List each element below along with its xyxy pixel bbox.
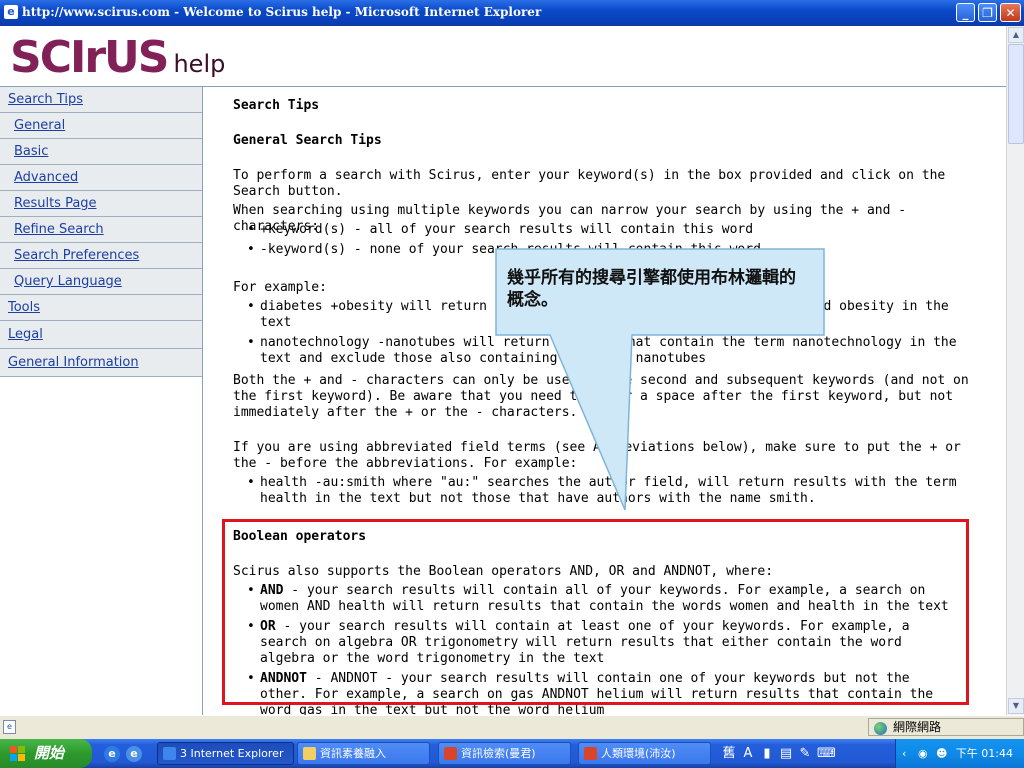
- callout-bubble: 幾乎所有的搜尋引擎都使用布林邏輯的概念。: [495, 248, 825, 511]
- tray-network-icon[interactable]: ◉: [918, 739, 928, 768]
- page-done-icon: e: [3, 720, 16, 734]
- ime-panel-icon[interactable]: ▮: [760, 744, 774, 764]
- scroll-up-icon[interactable]: ▲: [1008, 27, 1024, 43]
- ie-task-icon: [163, 747, 176, 760]
- tray-user-icon[interactable]: ☻: [936, 739, 947, 768]
- sidebar-item-search-tips[interactable]: Search Tips: [0, 87, 202, 113]
- powerpoint-icon: [444, 747, 457, 760]
- task-powerpoint-2[interactable]: 人類環境(沛汝): [578, 742, 711, 765]
- ie-page-icon: e: [4, 5, 18, 19]
- window-title-bar[interactable]: e http://www.scirus.com - Welcome to Sci…: [0, 0, 1024, 26]
- page-header: SCIrUS help: [0, 26, 1006, 87]
- logo-brand: SCIrUS: [10, 32, 169, 83]
- start-button[interactable]: 開始: [0, 739, 92, 768]
- sidebar-item-refine-search[interactable]: Refine Search: [0, 217, 202, 243]
- restore-button[interactable]: ❐: [978, 3, 997, 22]
- system-tray: ‹ ◉ ☻ 下午 01:44: [895, 739, 1024, 768]
- heading-general-search-tips: General Search Tips: [233, 133, 382, 148]
- start-label: 開始: [34, 744, 65, 762]
- task-label: 人類環境(沛汝): [601, 747, 676, 760]
- list-item: +keyword(s) - all of your search results…: [247, 222, 963, 238]
- sidebar-item-basic[interactable]: Basic: [0, 139, 202, 165]
- ime-keyboard-icon[interactable]: ⌨: [817, 744, 836, 764]
- logo-suffix: help: [173, 50, 226, 78]
- sidebar-item-tools[interactable]: Tools: [0, 295, 202, 321]
- windows-flag-icon: [10, 746, 26, 762]
- windows-taskbar: 開始 e e 3 Internet Explorer 資訊素養融入 資訊檢索(曼…: [0, 739, 1024, 768]
- minimize-button[interactable]: _: [956, 3, 975, 22]
- sidebar-item-legal[interactable]: Legal: [0, 321, 202, 349]
- scirus-logo: SCIrUS help: [10, 32, 225, 83]
- clock: 下午 01:44: [955, 747, 1013, 760]
- task-label: 資訊素養融入: [320, 747, 386, 760]
- folder-icon: [303, 747, 316, 760]
- boolean-highlight-box: [222, 519, 969, 705]
- ime-mode[interactable]: 舊: [722, 744, 736, 764]
- sidebar-item-results-page[interactable]: Results Page: [0, 191, 202, 217]
- help-sidebar: Search Tips General Basic Advanced Resul…: [0, 87, 203, 715]
- ime-pen-icon[interactable]: ✎: [798, 744, 812, 764]
- sidebar-item-advanced[interactable]: Advanced: [0, 165, 202, 191]
- task-label: 資訊檢索(曼君): [461, 747, 536, 760]
- window-title: http://www.scirus.com - Welcome to Sciru…: [22, 5, 542, 19]
- heading-search-tips: Search Tips: [233, 98, 320, 113]
- ime-width[interactable]: A: [741, 744, 755, 764]
- sidebar-item-query-language[interactable]: Query Language: [0, 269, 202, 295]
- quicklaunch-ie-icon[interactable]: e: [104, 746, 120, 762]
- sidebar-item-search-preferences[interactable]: Search Preferences: [0, 243, 202, 269]
- security-zone: 網際網路: [868, 718, 1024, 736]
- vertical-scrollbar[interactable]: ▲ ▼: [1006, 26, 1024, 715]
- scroll-down-icon[interactable]: ▼: [1008, 698, 1024, 714]
- task-label: 3 Internet Explorer: [180, 747, 284, 760]
- sidebar-item-general-information[interactable]: General Information: [0, 349, 202, 377]
- callout-text: 幾乎所有的搜尋引擎都使用布林邏輯的概念。: [507, 268, 796, 310]
- sidebar-item-general[interactable]: General: [0, 113, 202, 139]
- task-internet-explorer[interactable]: 3 Internet Explorer: [157, 742, 294, 765]
- ime-menu-icon[interactable]: ▤: [779, 744, 793, 764]
- quicklaunch-desktop-icon[interactable]: e: [126, 746, 142, 762]
- paragraph-intro: To perform a search with Scirus, enter y…: [233, 168, 946, 199]
- scroll-thumb[interactable]: [1008, 44, 1024, 144]
- task-folder[interactable]: 資訊素養融入: [297, 742, 430, 765]
- ime-toolbar[interactable]: 舊 A ▮ ▤ ✎ ⌨: [722, 744, 841, 764]
- powerpoint-icon: [584, 747, 597, 760]
- task-powerpoint-1[interactable]: 資訊檢索(曼君): [438, 742, 571, 765]
- tray-expand-icon[interactable]: ‹: [902, 739, 906, 768]
- close-button[interactable]: ✕: [1000, 3, 1021, 22]
- status-bar: e 網際網路: [0, 715, 1024, 740]
